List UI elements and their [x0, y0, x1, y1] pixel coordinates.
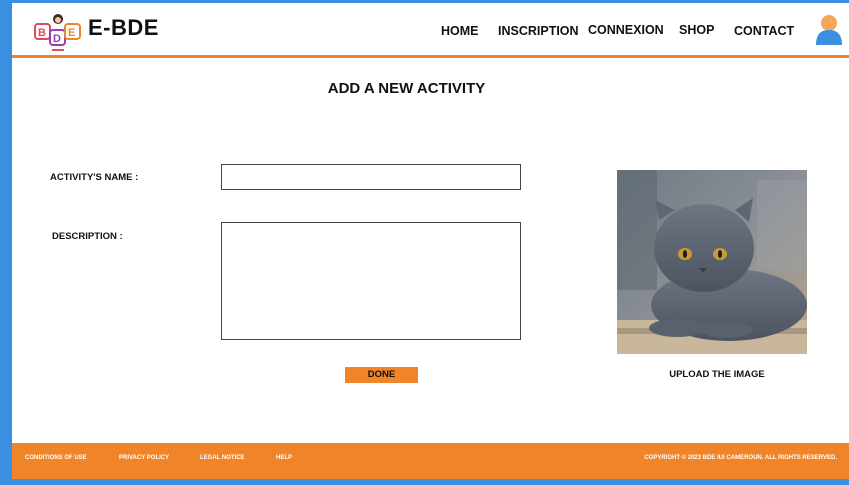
- user-avatar-icon[interactable]: [814, 13, 844, 47]
- activity-image[interactable]: [617, 170, 807, 354]
- description-label: DESCRIPTION :: [52, 231, 123, 242]
- top-header: B D E E-BDE HOME INSCRIPTION CONNEXION S…: [12, 3, 849, 55]
- activity-name-label: ACTIVITY'S NAME :: [50, 172, 139, 183]
- done-button[interactable]: DONE: [345, 367, 418, 383]
- nav-connexion[interactable]: CONNEXION: [588, 23, 664, 37]
- footer-link-conditions[interactable]: CONDITIONS OF USE: [25, 455, 87, 461]
- svg-text:B: B: [38, 27, 46, 39]
- brand-name: E-BDE: [88, 15, 159, 40]
- description-textarea[interactable]: [221, 222, 521, 340]
- svg-text:E: E: [68, 27, 75, 39]
- app-frame: B D E E-BDE HOME INSCRIPTION CONNEXION S…: [12, 3, 849, 479]
- nav-home[interactable]: HOME: [441, 24, 479, 38]
- svg-text:D: D: [53, 33, 61, 45]
- nav-shop[interactable]: SHOP: [679, 23, 714, 37]
- footer: CONDITIONS OF USE PRIVACY POLICY LEGAL N…: [12, 443, 849, 479]
- footer-link-privacy[interactable]: PRIVACY POLICY: [119, 455, 169, 461]
- nav-inscription[interactable]: INSCRIPTION: [498, 24, 579, 38]
- header-divider: [12, 55, 849, 58]
- bde-logo: B D E: [34, 14, 81, 51]
- upload-image-button[interactable]: UPLOAD THE IMAGE: [617, 369, 817, 380]
- nav-contact[interactable]: CONTACT: [734, 24, 794, 38]
- activity-name-input[interactable]: [221, 164, 521, 190]
- footer-link-help[interactable]: HELP: [276, 455, 292, 461]
- copyright-text: COPYRIGHT © 2023 BDE IUI CAMEROUN. ALL R…: [644, 455, 837, 461]
- page-title: ADD A NEW ACTIVITY: [327, 80, 486, 97]
- footer-link-legal[interactable]: LEGAL NOTICE: [200, 455, 245, 461]
